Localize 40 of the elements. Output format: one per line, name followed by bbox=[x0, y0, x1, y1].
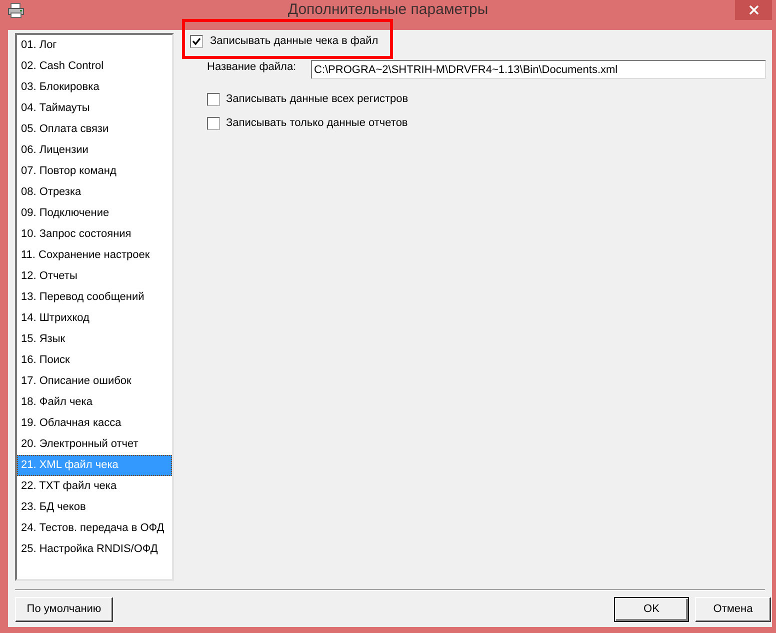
checkbox[interactable] bbox=[190, 35, 203, 48]
list-item[interactable]: 05. Оплата связи bbox=[17, 119, 172, 140]
list-item[interactable]: 06. Лицензии bbox=[17, 140, 172, 161]
file-name-field[interactable]: C:\PROGRA~2\SHTRIH-M\DRVFR4~1.13\Bin\Documents.xml bbox=[311, 60, 766, 79]
checkbox-label[interactable]: Записывать данные чека в файл bbox=[210, 35, 378, 48]
list-item[interactable]: 19. Облачная касса bbox=[17, 413, 172, 434]
list-item[interactable]: 11. Сохранение настроек bbox=[17, 245, 172, 266]
defaults-button[interactable]: По умолчанию bbox=[15, 597, 113, 622]
list-item[interactable]: 01. Лог bbox=[17, 35, 172, 56]
ok-button[interactable]: OK bbox=[614, 597, 689, 622]
list-item[interactable]: 25. Настройка RNDIS/ОФД bbox=[17, 539, 172, 560]
list-item[interactable]: 14. Штрихкод bbox=[17, 308, 172, 329]
field-label: Название файла: bbox=[207, 60, 298, 74]
list-item[interactable]: 24. Тестов. передача в ОФД bbox=[17, 518, 172, 539]
checkbox[interactable] bbox=[207, 93, 220, 106]
list-item[interactable]: 13. Перевод сообщений bbox=[17, 287, 172, 308]
close-button[interactable] bbox=[735, 0, 772, 20]
list-item[interactable]: 02. Cash Control bbox=[17, 56, 172, 77]
list-item[interactable]: 04. Таймауты bbox=[17, 98, 172, 119]
list-item[interactable]: 23. БД чеков bbox=[17, 497, 172, 518]
list-item[interactable]: 18. Файл чека bbox=[17, 392, 172, 413]
list-item[interactable]: 15. Язык bbox=[17, 329, 172, 350]
list-item[interactable]: 22. TXT файл чека bbox=[17, 476, 172, 497]
list-item[interactable]: 03. Блокировка bbox=[17, 77, 172, 98]
list-item[interactable]: 12. Отчеты bbox=[17, 266, 172, 287]
list-item[interactable]: 17. Описание ошибок bbox=[17, 371, 172, 392]
checkbox[interactable] bbox=[207, 117, 220, 130]
window-title: Дополнительные параметры bbox=[286, 0, 490, 19]
cancel-button[interactable]: Отмена bbox=[695, 597, 771, 622]
list-item[interactable]: 10. Запрос состояния bbox=[17, 224, 172, 245]
list-item[interactable]: 07. Повтор команд bbox=[17, 161, 172, 182]
checkmark-icon bbox=[192, 37, 201, 46]
checkbox-label[interactable]: Записывать только данные отчетов bbox=[226, 117, 408, 130]
list-item[interactable]: 16. Поиск bbox=[17, 350, 172, 371]
list-item[interactable]: 09. Подключение bbox=[17, 203, 172, 224]
close-icon bbox=[748, 5, 758, 15]
checkbox-label[interactable]: Записывать данные всех регистров bbox=[226, 93, 408, 106]
list-item[interactable]: 20. Электронный отчет bbox=[17, 434, 172, 455]
list-item[interactable]: 08. Отрезка bbox=[17, 182, 172, 203]
printer-icon bbox=[8, 3, 24, 18]
